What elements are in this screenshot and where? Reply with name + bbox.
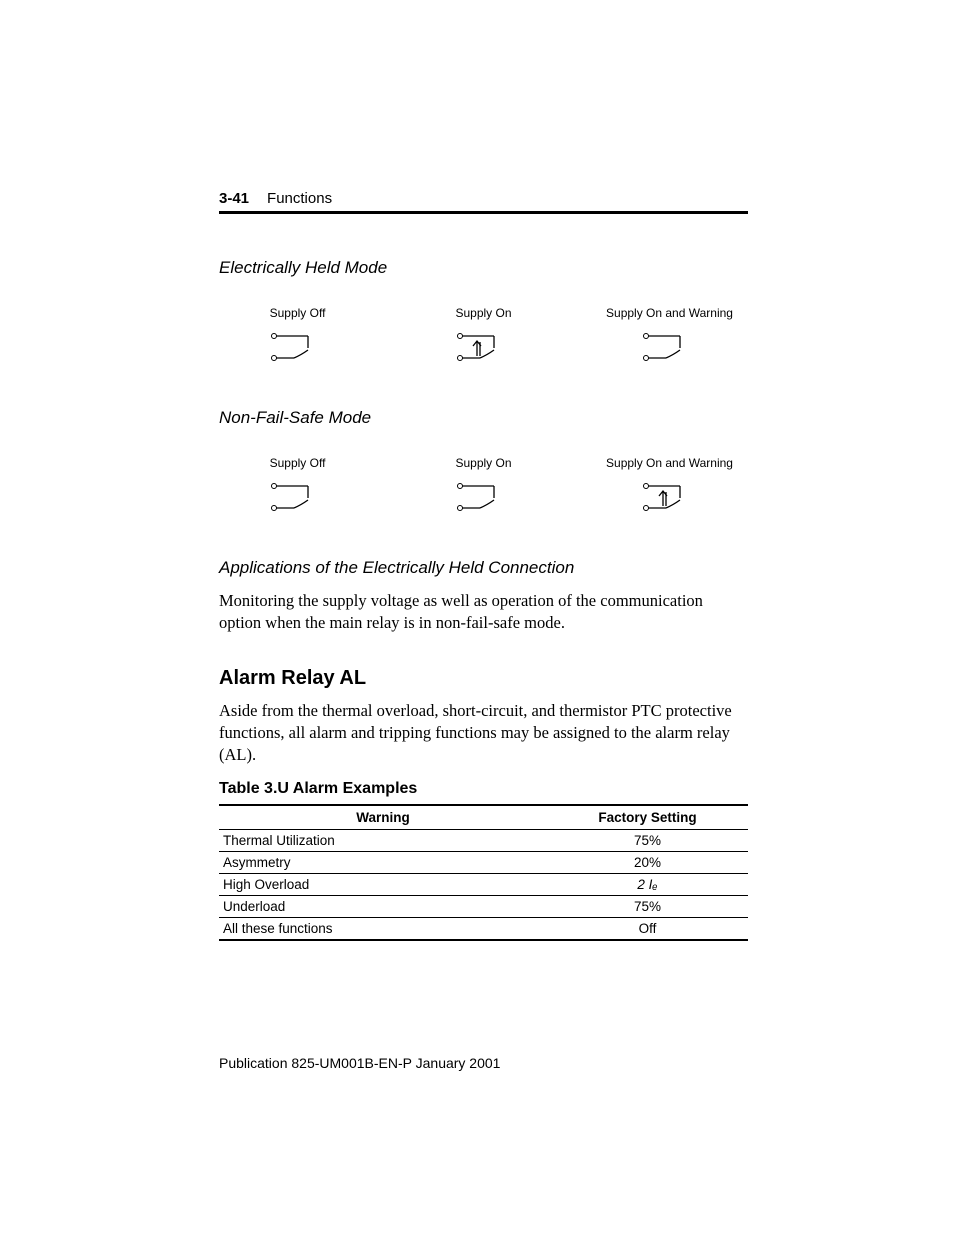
- relay-open-icon: [268, 478, 328, 514]
- setting-cell: Off: [547, 918, 748, 941]
- section-electrically-held: Electrically Held Mode: [219, 258, 748, 278]
- relay-label: Supply On: [455, 456, 511, 470]
- relay-supply-on-warning: Supply On and Warning: [605, 306, 735, 364]
- relay-supply-on: Supply On: [419, 456, 549, 514]
- table-row: Asymmetry 20%: [219, 852, 748, 874]
- warning-cell: Thermal Utilization: [219, 830, 547, 852]
- setting-cell: 20%: [547, 852, 748, 874]
- relay-label: Supply On and Warning: [606, 306, 733, 320]
- relay-closed-arrow-icon: [640, 478, 700, 514]
- relay-label: Supply On and Warning: [606, 456, 733, 470]
- relay-open-icon: [268, 328, 328, 364]
- table-row: High Overload 2 Iₑ: [219, 874, 748, 896]
- table-title: Table 3.U Alarm Examples: [219, 780, 748, 798]
- col-factory-setting: Factory Setting: [547, 805, 748, 830]
- page-number: 3-41: [219, 190, 249, 207]
- setting-cell: 2 Iₑ: [547, 874, 748, 896]
- relay-supply-on-warning: Supply On and Warning: [605, 456, 735, 514]
- table-row: Thermal Utilization 75%: [219, 830, 748, 852]
- warning-cell: High Overload: [219, 874, 547, 896]
- relay-label: Supply On: [455, 306, 511, 320]
- alarm-examples-table: Warning Factory Setting Thermal Utilizat…: [219, 804, 748, 941]
- diagram-row-non-fail-safe: Supply Off Supply On Supply On a: [219, 456, 748, 514]
- relay-supply-on: Supply On: [419, 306, 549, 364]
- setting-cell: 75%: [547, 896, 748, 918]
- publication-footer: Publication 825-UM001B-EN-P January 2001: [219, 1055, 500, 1071]
- col-warning: Warning: [219, 805, 547, 830]
- relay-open-icon: [640, 328, 700, 364]
- relay-label: Supply Off: [270, 456, 326, 470]
- section-applications: Applications of the Electrically Held Co…: [219, 558, 748, 578]
- section-non-fail-safe: Non-Fail-Safe Mode: [219, 408, 748, 428]
- chapter-name: Functions: [267, 190, 332, 207]
- heading-alarm-relay: Alarm Relay AL: [219, 667, 748, 690]
- relay-open-icon: [454, 478, 514, 514]
- setting-cell: 75%: [547, 830, 748, 852]
- relay-supply-off: Supply Off: [233, 456, 363, 514]
- relay-label: Supply Off: [270, 306, 326, 320]
- diagram-row-electrically-held: Supply Off Supply On: [219, 306, 748, 364]
- relay-supply-off: Supply Off: [233, 306, 363, 364]
- alarm-relay-body: Aside from the thermal overload, short-c…: [219, 700, 748, 767]
- running-header: 3-41 Functions: [219, 190, 748, 214]
- table-row: All these functions Off: [219, 918, 748, 941]
- warning-cell: All these functions: [219, 918, 547, 941]
- relay-closed-arrow-icon: [454, 328, 514, 364]
- warning-cell: Underload: [219, 896, 547, 918]
- applications-body: Monitoring the supply voltage as well as…: [219, 590, 748, 635]
- warning-cell: Asymmetry: [219, 852, 547, 874]
- table-row: Underload 75%: [219, 896, 748, 918]
